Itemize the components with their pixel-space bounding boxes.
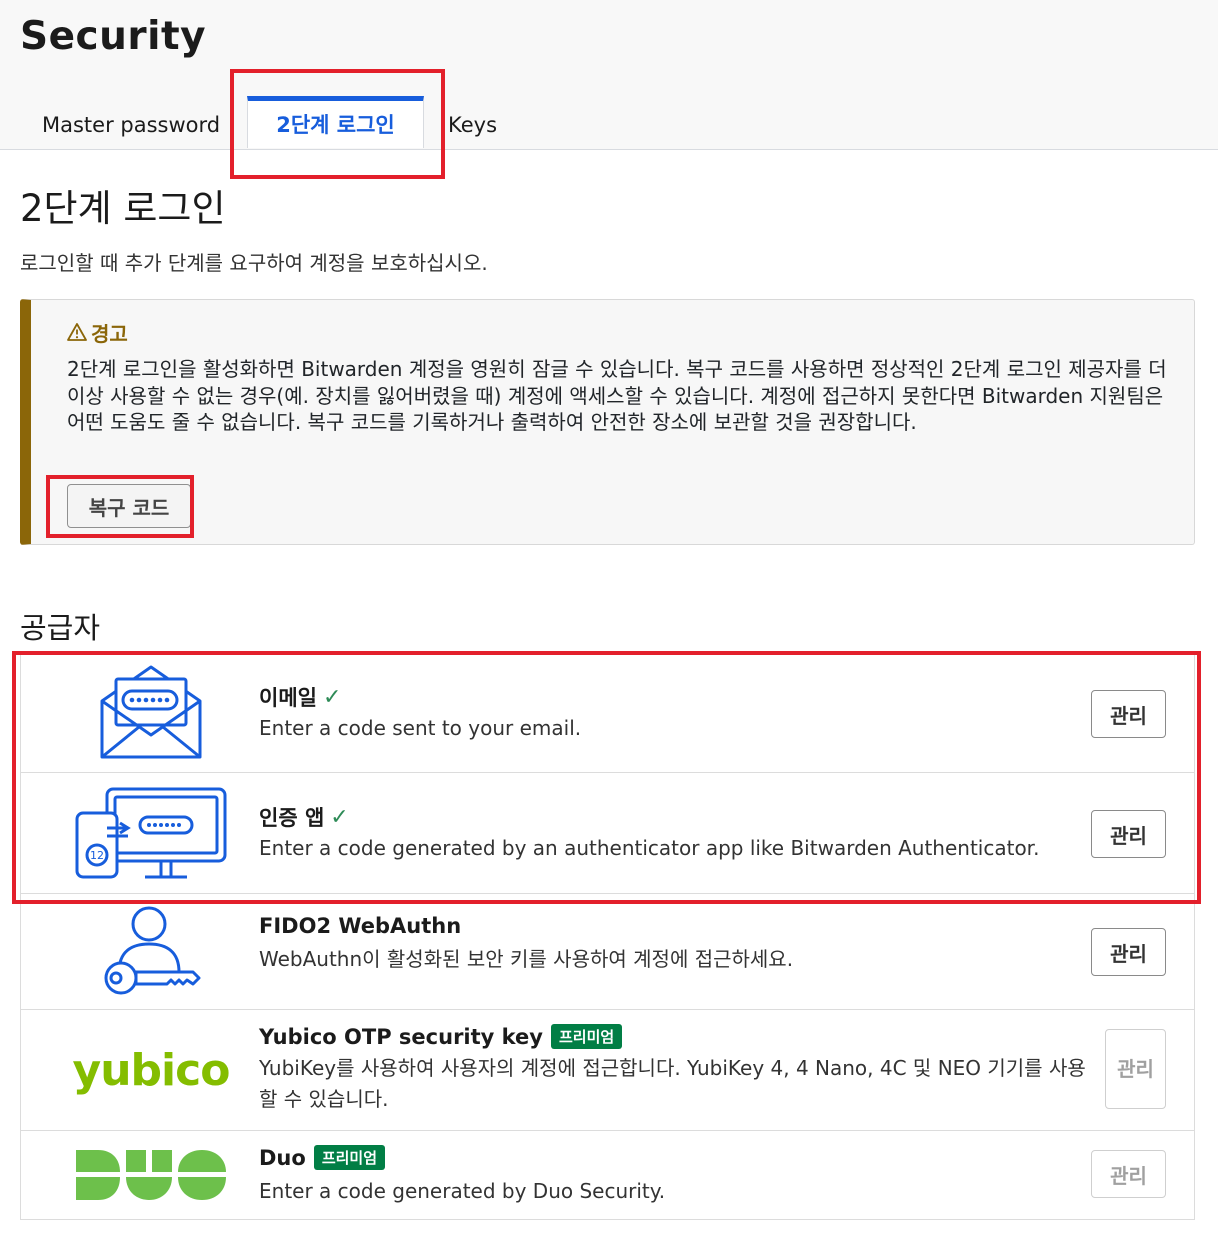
tab-master-password[interactable]: Master password [42, 100, 220, 150]
premium-badge: 프리미엄 [551, 1024, 623, 1049]
provider-description: Enter a code generated by an authenticat… [259, 836, 1040, 860]
email-icon [51, 654, 251, 772]
user-key-icon [51, 894, 251, 1009]
yubico-logo: yubico [51, 1010, 251, 1130]
provider-description: WebAuthn이 활성화된 보안 키를 사용하여 계정에 접근하세요. [259, 947, 794, 971]
warning-body: 2단계 로그인을 활성화하면 Bitwarden 계정을 영원히 잠글 수 있습… [67, 357, 1167, 434]
duo-logo [51, 1131, 251, 1219]
tab-two-step-login[interactable]: 2단계 로그인 [247, 96, 424, 148]
warning-triangle-icon [67, 322, 87, 346]
recovery-code-button[interactable]: 복구 코드 [67, 484, 191, 528]
provider-name: Yubico OTP security key 프리미엄 [259, 1024, 623, 1049]
yubico-logo-text: yubico [72, 1044, 231, 1096]
page-title: Security [20, 14, 207, 59]
warning-heading-text: 경고 [91, 322, 128, 346]
provider-name-text: FIDO2 WebAuthn [259, 914, 462, 938]
provider-email: 이메일 ✓ Enter a code sent to your email. 관… [20, 653, 1195, 773]
provider-duo: Duo 프리미엄 Enter a code generated by Duo S… [20, 1130, 1195, 1220]
provider-description: Enter a code sent to your email. [259, 716, 582, 740]
manage-button[interactable]: 관리 [1091, 690, 1166, 738]
manage-button[interactable]: 관리 [1091, 810, 1166, 858]
provider-name-text: Duo [259, 1145, 306, 1170]
premium-badge: 프리미엄 [313, 1145, 386, 1170]
providers-title: 공급자 [20, 611, 101, 645]
svg-text:12: 12 [90, 849, 104, 862]
provider-name-text: Yubico OTP security key [259, 1024, 543, 1049]
authenticator-app-icon: 12 [51, 773, 251, 893]
section-description: 로그인할 때 추가 단계를 요구하여 계정을 보호하십시오. [20, 251, 488, 275]
page-header: Security Master password 2단계 로그인 Keys [0, 0, 1218, 150]
section-title: 2단계 로그인 [20, 187, 226, 230]
manage-button[interactable]: 관리 [1091, 1150, 1166, 1198]
tab-keys[interactable]: Keys [448, 100, 497, 150]
provider-name: Duo 프리미엄 [259, 1145, 386, 1170]
check-icon: ✓ [322, 684, 342, 710]
provider-name: FIDO2 WebAuthn [259, 914, 461, 938]
provider-fido2: FIDO2 WebAuthn WebAuthn이 활성화된 보안 키를 사용하여… [20, 893, 1195, 1010]
provider-yubico: yubico Yubico OTP security key 프리미엄 Yubi… [20, 1009, 1195, 1131]
warning-heading: 경고 [67, 318, 128, 347]
provider-description: YubiKey를 사용하여 사용자의 계정에 접근합니다. YubiKey 4,… [259, 1056, 1086, 1111]
warning-callout: 경고 2단계 로그인을 활성화하면 Bitwarden 계정을 영원히 잠글 수… [20, 299, 1195, 545]
check-icon: ✓ [330, 804, 349, 830]
provider-description: Enter a code generated by Duo Security. [259, 1179, 666, 1203]
provider-name: 인증 앱 ✓ [259, 802, 349, 832]
provider-name: 이메일 ✓ [259, 682, 341, 712]
manage-button[interactable]: 관리 [1091, 928, 1166, 976]
manage-button[interactable]: 관리 [1105, 1029, 1166, 1109]
provider-authenticator: 12 인증 앱 ✓ Enter a code generated by an a… [20, 772, 1195, 894]
provider-name-text: 인증 앱 [259, 806, 325, 830]
provider-name-text: 이메일 [259, 686, 317, 710]
